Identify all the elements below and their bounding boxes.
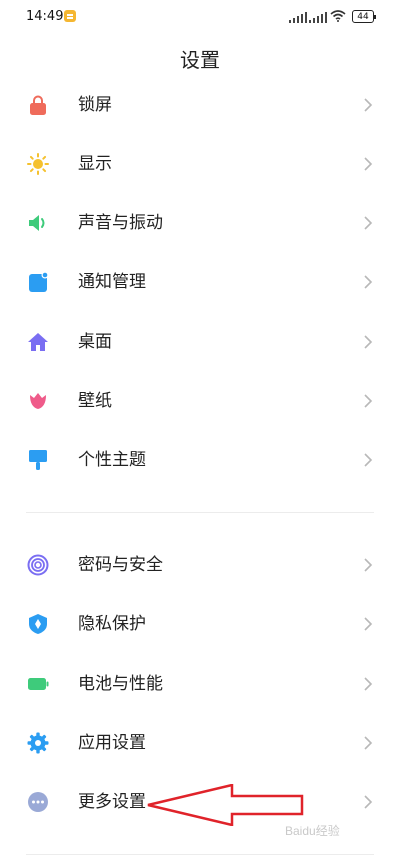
settings-item-label: 电池与性能 bbox=[78, 674, 163, 694]
chevron-right-icon bbox=[362, 95, 374, 115]
signal-icon bbox=[309, 11, 327, 23]
settings-item[interactable]: 桌面 bbox=[0, 312, 400, 372]
paint-brush-icon bbox=[27, 449, 49, 471]
watermark: Baidu经验 bbox=[285, 824, 340, 838]
chevron-right-icon bbox=[362, 213, 374, 233]
section-divider bbox=[26, 512, 374, 513]
settings-item[interactable]: 电池与性能 bbox=[0, 654, 400, 714]
chevron-right-icon bbox=[362, 733, 374, 753]
chevron-right-icon bbox=[362, 450, 374, 470]
chevron-right-icon bbox=[362, 154, 374, 174]
settings-item[interactable]: 显示 bbox=[0, 134, 400, 194]
lock-icon bbox=[27, 94, 49, 116]
settings-item-label: 个性主题 bbox=[78, 450, 146, 470]
settings-item-label: 隐私保护 bbox=[78, 614, 146, 634]
chevron-right-icon bbox=[362, 332, 374, 352]
settings-item-label: 显示 bbox=[78, 154, 112, 174]
more-icon bbox=[27, 791, 49, 813]
settings-item[interactable]: 密码与安全 bbox=[0, 535, 400, 595]
chevron-right-icon bbox=[362, 674, 374, 694]
settings-item-label: 壁纸 bbox=[78, 391, 112, 411]
speaker-icon bbox=[27, 212, 49, 234]
wifi-icon bbox=[330, 10, 346, 22]
battery-indicator: 44 bbox=[352, 10, 376, 23]
privacy-shield-icon bbox=[27, 613, 49, 635]
chevron-right-icon bbox=[362, 614, 374, 634]
status-time: 14:49 bbox=[26, 9, 64, 24]
chevron-right-icon bbox=[362, 391, 374, 411]
chevron-right-icon bbox=[362, 555, 374, 575]
settings-item-label: 桌面 bbox=[78, 332, 112, 352]
signal-icon bbox=[289, 11, 307, 23]
fingerprint-icon bbox=[27, 554, 49, 576]
sun-icon bbox=[27, 153, 49, 175]
settings-item[interactable]: 声音与振动 bbox=[0, 193, 400, 253]
settings-item[interactable]: 隐私保护 bbox=[0, 594, 400, 654]
tulip-icon bbox=[27, 390, 49, 412]
battery-icon bbox=[27, 673, 49, 695]
settings-item[interactable]: 锁屏 bbox=[0, 75, 400, 135]
settings-item-label: 声音与振动 bbox=[78, 213, 163, 233]
settings-item-label: 通知管理 bbox=[78, 272, 146, 292]
settings-item[interactable]: 应用设置 bbox=[0, 713, 400, 773]
settings-item-label: 更多设置 bbox=[78, 792, 146, 812]
chevron-right-icon bbox=[362, 792, 374, 812]
settings-item[interactable]: 通知管理 bbox=[0, 252, 400, 312]
settings-item-label: 密码与安全 bbox=[78, 555, 163, 575]
settings-item-label: 应用设置 bbox=[78, 733, 146, 753]
settings-item[interactable]: 个性主题 bbox=[0, 430, 400, 490]
status-bar: 14:49 44 bbox=[0, 0, 400, 34]
annotation-arrow bbox=[147, 784, 304, 826]
home-icon bbox=[27, 331, 49, 353]
page-title: 设置 bbox=[180, 48, 220, 72]
notification-icon bbox=[64, 10, 76, 22]
chevron-right-icon bbox=[362, 272, 374, 292]
section-divider bbox=[26, 854, 374, 855]
settings-item-label: 锁屏 bbox=[78, 95, 112, 115]
settings-item[interactable]: 壁纸 bbox=[0, 371, 400, 431]
notification-icon bbox=[27, 271, 49, 293]
gear-icon bbox=[27, 732, 49, 754]
